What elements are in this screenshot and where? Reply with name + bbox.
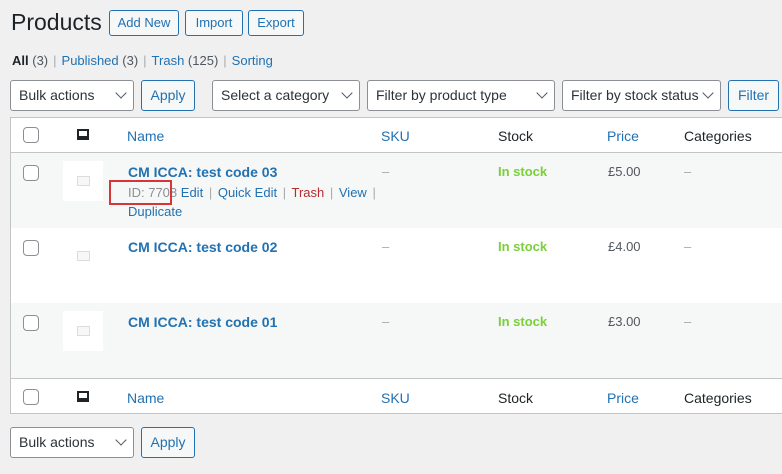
row-checkbox[interactable]	[23, 315, 39, 331]
apply-button-bottom[interactable]: Apply	[141, 427, 195, 458]
product-thumbnail[interactable]	[63, 161, 103, 201]
view-trash[interactable]: Trash (125)	[152, 53, 219, 68]
column-name-footer[interactable]: Name	[127, 389, 164, 407]
chevron-down-icon	[341, 87, 353, 99]
stock-cell: In stock	[498, 239, 548, 254]
trash-link[interactable]: Trash	[291, 185, 324, 200]
sku-cell: –	[382, 164, 390, 179]
apply-button[interactable]: Apply	[141, 80, 195, 111]
price-cell: £3.00	[608, 314, 641, 329]
category-value: Select a category	[221, 87, 330, 103]
product-type-value: Filter by product type	[376, 87, 507, 103]
duplicate-link[interactable]: Duplicate	[128, 204, 182, 219]
bulk-actions-value: Bulk actions	[19, 87, 95, 103]
column-sku-footer[interactable]: SKU	[381, 389, 410, 407]
column-stock: Stock	[498, 128, 534, 144]
sku-cell: –	[382, 239, 390, 254]
categories-cell: –	[684, 314, 692, 329]
placeholder-image-icon	[77, 251, 90, 261]
image-icon	[77, 391, 89, 402]
bulk-actions-value: Bulk actions	[19, 434, 95, 450]
view-all[interactable]: All (3)	[12, 53, 48, 68]
categories-cell: –	[684, 164, 692, 179]
column-name[interactable]: Name	[127, 127, 164, 145]
view-published[interactable]: Published (3)	[62, 53, 139, 68]
bulk-actions-select-bottom[interactable]: Bulk actions	[10, 427, 134, 458]
row-checkbox[interactable]	[23, 165, 39, 181]
view-link[interactable]: View	[339, 185, 367, 200]
placeholder-image-icon	[77, 176, 90, 186]
price-cell: £5.00	[608, 164, 641, 179]
filter-button[interactable]: Filter	[728, 80, 779, 111]
product-thumbnail[interactable]	[63, 236, 103, 276]
page-title: Products	[11, 9, 102, 35]
stock-status-select[interactable]: Filter by stock status	[562, 80, 721, 111]
image-icon	[77, 129, 89, 140]
column-price[interactable]: Price	[607, 127, 639, 145]
select-all-checkbox[interactable]	[23, 127, 39, 143]
table-row: CM ICCA: test code 02 – In stock £4.00 –	[11, 228, 782, 303]
categories-cell: –	[684, 239, 692, 254]
products-table: Name SKU Stock Price Categories CM ICCA:…	[10, 117, 782, 414]
table-row: CM ICCA: test code 01 – In stock £3.00 –	[11, 303, 782, 378]
sku-cell: –	[382, 314, 390, 329]
view-sorting[interactable]: Sorting	[232, 53, 273, 68]
chevron-down-icon	[115, 434, 127, 446]
select-all-checkbox-footer[interactable]	[23, 389, 39, 405]
product-name-link[interactable]: CM ICCA: test code 01	[128, 314, 277, 330]
category-select[interactable]: Select a category	[212, 80, 360, 111]
quick-edit-link[interactable]: Quick Edit	[218, 185, 277, 200]
edit-link[interactable]: Edit	[181, 185, 203, 200]
stock-cell: In stock	[498, 314, 548, 329]
id-highlight-box	[109, 180, 172, 205]
row-checkbox[interactable]	[23, 240, 39, 256]
price-cell: £4.00	[608, 239, 641, 254]
table-footer: Name SKU Stock Price Categories	[11, 378, 782, 413]
bulk-actions-select[interactable]: Bulk actions	[10, 80, 134, 111]
column-sku[interactable]: SKU	[381, 127, 410, 145]
column-categories-footer: Categories	[684, 390, 752, 406]
chevron-down-icon	[115, 87, 127, 99]
product-name-link[interactable]: CM ICCA: test code 02	[128, 239, 277, 255]
column-stock-footer: Stock	[498, 390, 534, 406]
import-button[interactable]: Import	[185, 10, 243, 36]
add-new-button[interactable]: Add New	[109, 10, 179, 36]
column-price-footer[interactable]: Price	[607, 389, 639, 407]
export-button[interactable]: Export	[248, 10, 304, 36]
status-views: All (3) | Published (3) | Trash (125) | Sortin…	[12, 53, 273, 68]
product-type-select[interactable]: Filter by product type	[367, 80, 555, 111]
chevron-down-icon	[702, 87, 714, 99]
table-header: Name SKU Stock Price Categories	[11, 118, 782, 153]
stock-status-value: Filter by stock status	[571, 87, 699, 103]
product-thumbnail[interactable]	[63, 311, 103, 351]
stock-cell: In stock	[498, 164, 548, 179]
chevron-down-icon	[536, 87, 548, 99]
column-categories: Categories	[684, 128, 752, 144]
placeholder-image-icon	[77, 326, 90, 336]
product-name-link[interactable]: CM ICCA: test code 03	[128, 164, 277, 180]
